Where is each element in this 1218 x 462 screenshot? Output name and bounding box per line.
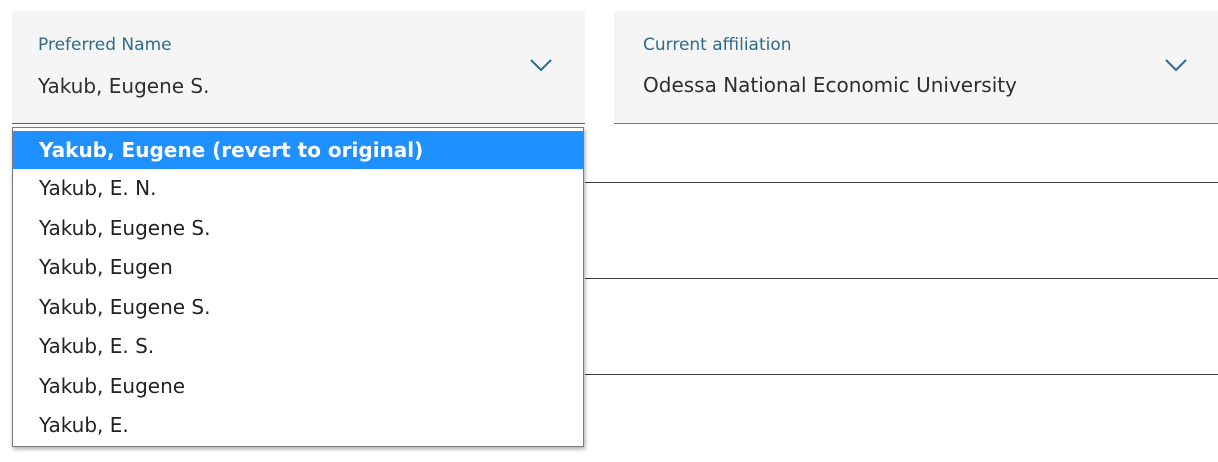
listbox-option[interactable]: Yakub, E. <box>13 406 583 446</box>
current-affiliation-select[interactable]: Current affiliation Odessa National Econ… <box>614 11 1218 124</box>
author-profile-form: Preferred Name Yakub, Eugene S. Current … <box>0 0 1218 462</box>
preferred-name-listbox: Yakub, Eugene (revert to original) Yakub… <box>12 127 584 447</box>
current-affiliation-label: Current affiliation <box>643 35 792 55</box>
preferred-name-value: Yakub, Eugene S. <box>38 74 210 98</box>
listbox-option[interactable]: Yakub, Eugene S. <box>13 288 583 328</box>
row-divider <box>585 278 1218 279</box>
chevron-down-icon[interactable] <box>529 57 553 73</box>
row-divider <box>585 182 1218 183</box>
listbox-option[interactable]: Yakub, Eugen <box>13 248 583 288</box>
preferred-name-select[interactable]: Preferred Name Yakub, Eugene S. <box>12 11 585 124</box>
listbox-option[interactable]: Yakub, E. S. <box>13 327 583 367</box>
listbox-option[interactable]: Yakub, E. N. <box>13 169 583 209</box>
current-affiliation-value: Odessa National Economic University <box>643 73 1017 97</box>
listbox-option[interactable]: Yakub, Eugene S. <box>13 209 583 249</box>
preferred-name-label: Preferred Name <box>38 35 172 55</box>
row-divider <box>585 374 1218 375</box>
listbox-option[interactable]: Yakub, Eugene (revert to original) <box>13 131 583 169</box>
listbox-option[interactable]: Yakub, Eugene <box>13 367 583 407</box>
chevron-down-icon[interactable] <box>1164 57 1188 73</box>
